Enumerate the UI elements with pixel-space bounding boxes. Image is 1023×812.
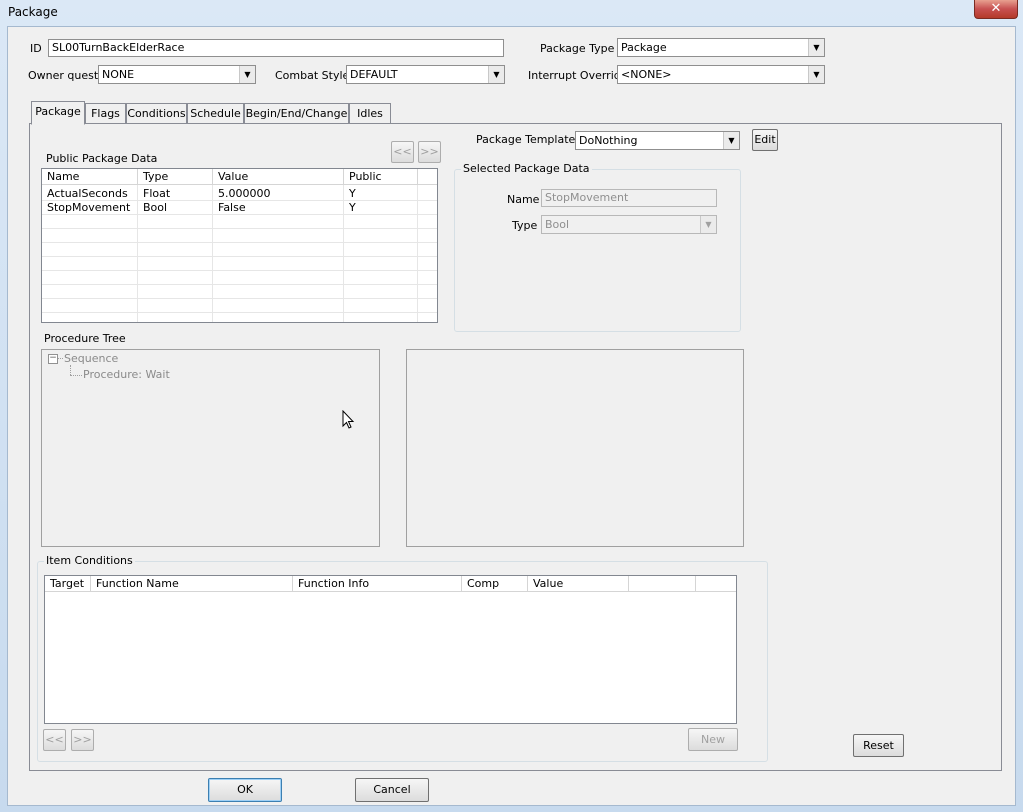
- close-button[interactable]: ✕: [974, 0, 1018, 19]
- column-header-empty: [418, 169, 437, 185]
- row-name-cell: ActualSeconds: [47, 187, 128, 200]
- combat-style-value: DEFAULT: [350, 68, 398, 81]
- tab-conditions[interactable]: Conditions: [126, 103, 187, 124]
- reset-button[interactable]: Reset: [853, 734, 904, 757]
- selected-name-input[interactable]: StopMovement: [541, 189, 717, 207]
- edit-template-button[interactable]: Edit: [752, 129, 778, 151]
- tree-node-procedure-wait[interactable]: Procedure: Wait: [83, 368, 170, 381]
- interrupt-override-value: <NONE>: [621, 68, 672, 81]
- procedure-tree[interactable]: − Sequence Procedure: Wait: [41, 349, 380, 547]
- tab-schedule[interactable]: Schedule: [187, 103, 244, 124]
- combat-style-dropdown[interactable]: DEFAULT ▼: [346, 65, 505, 84]
- public-next-button[interactable]: >>: [418, 141, 441, 163]
- id-label: ID: [30, 42, 42, 55]
- selected-type-label: Type: [512, 219, 538, 232]
- chevron-down-icon[interactable]: ▼: [700, 216, 716, 233]
- column-header-function-name[interactable]: Function Name: [91, 576, 293, 592]
- row-name-cell: StopMovement: [47, 201, 131, 214]
- new-condition-button[interactable]: New: [688, 728, 738, 751]
- tab-flags[interactable]: Flags: [85, 103, 126, 124]
- cancel-button[interactable]: Cancel: [355, 778, 429, 802]
- tab-idles[interactable]: Idles: [349, 103, 391, 124]
- public-package-data-title: Public Package Data: [46, 152, 158, 165]
- row-public-cell: Y: [349, 201, 356, 214]
- package-type-value: Package: [621, 41, 667, 54]
- column-header-type[interactable]: Type: [138, 169, 213, 185]
- column-header-name[interactable]: Name: [42, 169, 138, 185]
- chevron-down-icon[interactable]: ▼: [723, 132, 739, 149]
- selected-type-dropdown[interactable]: Bool ▼: [541, 215, 717, 234]
- item-conditions-title: Item Conditions: [44, 554, 135, 567]
- owner-quest-label: Owner quest: [28, 69, 99, 82]
- package-template-value: DoNothing: [579, 134, 638, 147]
- row-type-cell: Float: [143, 187, 171, 200]
- column-header-extra-1[interactable]: [629, 576, 696, 592]
- tab-begin-end-change[interactable]: Begin/End/Change: [244, 103, 349, 124]
- title-bar[interactable]: Package ✕: [0, 0, 1023, 26]
- column-header-comp[interactable]: Comp: [462, 576, 528, 592]
- column-header-public[interactable]: Public: [344, 169, 418, 185]
- item-conditions-list[interactable]: Target Function Name Function Info Comp …: [44, 575, 737, 724]
- row-public-cell: Y: [349, 187, 356, 200]
- conditions-prev-button[interactable]: <<: [43, 729, 66, 751]
- package-template-label: Package Template: [476, 133, 576, 146]
- row-value-cell: False: [218, 201, 246, 214]
- column-header-target[interactable]: Target: [45, 576, 91, 592]
- row-value-cell: 5.000000: [218, 187, 271, 200]
- chevron-down-icon[interactable]: ▼: [808, 39, 824, 56]
- column-header-function-info[interactable]: Function Info: [293, 576, 462, 592]
- chevron-down-icon[interactable]: ▼: [808, 66, 824, 83]
- package-type-label: Package Type: [540, 42, 615, 55]
- id-input[interactable]: SL00TurnBackElderRace: [48, 39, 504, 57]
- procedure-details-panel: [406, 349, 744, 547]
- column-header-value[interactable]: Value: [213, 169, 344, 185]
- public-prev-button[interactable]: <<: [391, 141, 414, 163]
- ok-button[interactable]: OK: [208, 778, 282, 802]
- mouse-cursor-icon: [342, 410, 355, 429]
- chevron-down-icon[interactable]: ▼: [488, 66, 504, 83]
- dialog-window: Package ✕ ID SL00TurnBackElderRace Packa…: [0, 0, 1023, 812]
- tab-package[interactable]: Package: [31, 101, 85, 125]
- selected-type-value: Bool: [545, 218, 570, 231]
- column-header-extra-2[interactable]: [696, 576, 736, 592]
- owner-quest-dropdown[interactable]: NONE ▼: [98, 65, 256, 84]
- selected-package-data-title: Selected Package Data: [461, 162, 592, 175]
- window-title: Package: [8, 5, 58, 19]
- public-package-data-list[interactable]: Name Type Value Public ActualSeconds Flo…: [41, 168, 438, 323]
- interrupt-override-dropdown[interactable]: <NONE> ▼: [617, 65, 825, 84]
- column-header-value[interactable]: Value: [528, 576, 629, 592]
- close-icon: ✕: [990, 1, 1002, 16]
- procedure-tree-title: Procedure Tree: [44, 332, 126, 345]
- row-type-cell: Bool: [143, 201, 168, 214]
- collapse-icon[interactable]: −: [48, 354, 58, 364]
- tree-node-sequence[interactable]: Sequence: [64, 352, 118, 365]
- owner-quest-value: NONE: [102, 68, 135, 81]
- package-type-dropdown[interactable]: Package ▼: [617, 38, 825, 57]
- chevron-down-icon[interactable]: ▼: [239, 66, 255, 83]
- combat-style-label: Combat Style: [275, 69, 350, 82]
- interrupt-override-label: Interrupt Override: [528, 69, 628, 82]
- package-template-dropdown[interactable]: DoNothing ▼: [575, 131, 740, 150]
- selected-name-label: Name: [507, 193, 540, 206]
- conditions-next-button[interactable]: >>: [71, 729, 94, 751]
